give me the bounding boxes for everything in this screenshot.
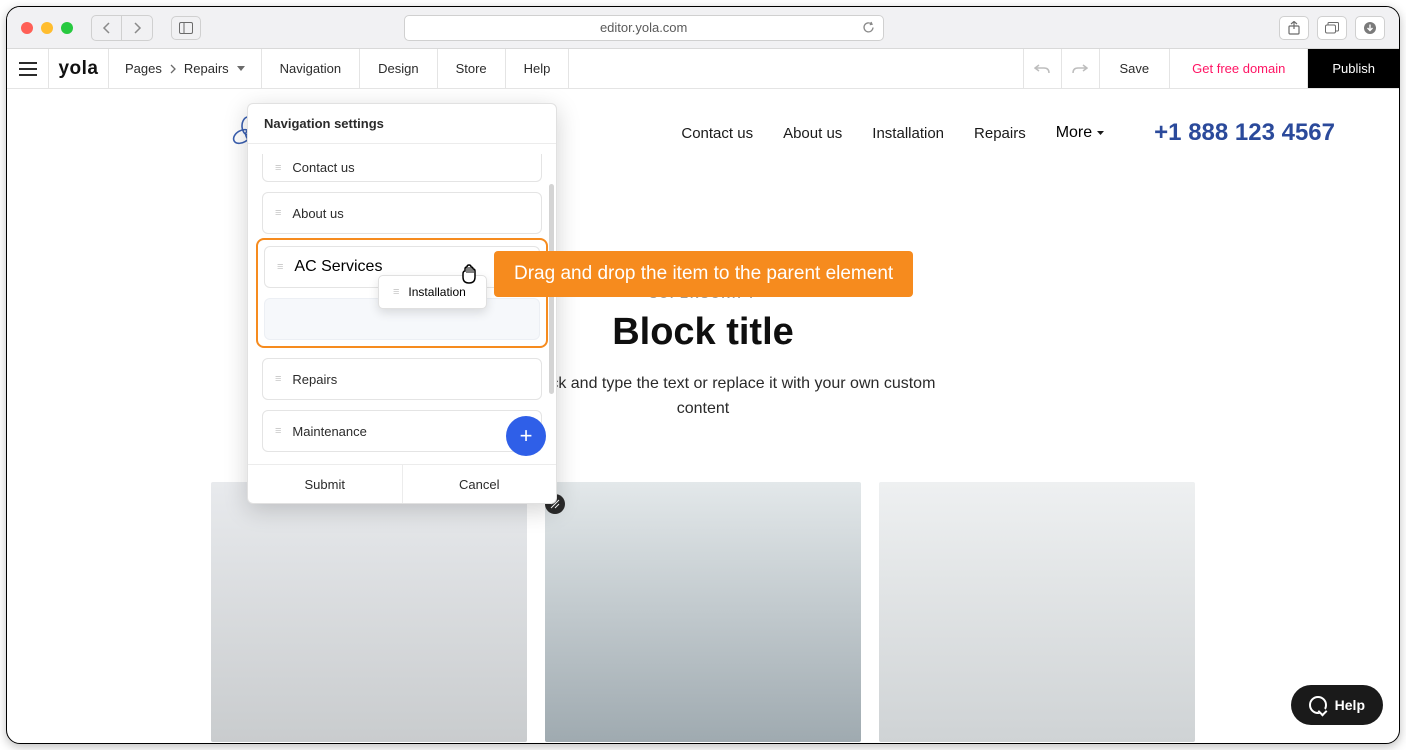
save-button[interactable]: Save	[1100, 49, 1171, 88]
nav-item-contact-us[interactable]: ≡ Contact us	[262, 154, 542, 182]
submit-button[interactable]: Submit	[248, 465, 402, 503]
drag-handle-icon[interactable]: ≡	[275, 207, 282, 219]
panel-title: Navigation settings	[248, 104, 556, 144]
drag-handle-icon[interactable]: ≡	[275, 162, 282, 174]
address-bar[interactable]: editor.yola.com	[404, 15, 884, 41]
drag-handle-icon: ≡	[393, 286, 400, 298]
sidebar-toggle-icon[interactable]	[171, 16, 201, 40]
help-widget[interactable]: Help	[1291, 685, 1383, 725]
yola-logo[interactable]: yola	[49, 49, 109, 88]
drag-handle-icon[interactable]: ≡	[277, 261, 284, 273]
reload-icon[interactable]	[862, 21, 875, 34]
drag-handle-icon[interactable]: ≡	[275, 425, 282, 437]
tabs-icon[interactable]	[1317, 16, 1347, 40]
nav-installation[interactable]: Installation	[872, 125, 944, 142]
chat-bubble-icon	[1309, 696, 1327, 714]
add-nav-item-button[interactable]: +	[506, 416, 546, 456]
cancel-button[interactable]: Cancel	[402, 465, 557, 503]
nav-more[interactable]: More	[1056, 124, 1104, 142]
nav-item-repairs[interactable]: ≡ Repairs	[262, 358, 542, 400]
back-button[interactable]	[92, 16, 122, 40]
image-card[interactable]	[545, 482, 861, 742]
app-toolbar: yola Pages Repairs Navigation Design Sto…	[7, 49, 1399, 89]
get-free-domain-button[interactable]: Get free domain	[1170, 49, 1308, 88]
chevron-right-icon	[170, 64, 176, 74]
design-tab[interactable]: Design	[360, 49, 437, 88]
image-row	[7, 482, 1399, 742]
pages-label: Pages	[125, 61, 162, 76]
pages-breadcrumb[interactable]: Pages Repairs	[109, 49, 262, 88]
url-text: editor.yola.com	[600, 20, 687, 35]
share-icon[interactable]	[1279, 16, 1309, 40]
browser-chrome: editor.yola.com	[7, 7, 1399, 49]
caret-down-icon	[237, 66, 245, 72]
menu-icon[interactable]	[7, 49, 49, 88]
publish-button[interactable]: Publish	[1308, 49, 1399, 88]
block-title[interactable]: Block title	[7, 311, 1399, 354]
minimize-window-icon[interactable]	[41, 22, 53, 34]
store-tab[interactable]: Store	[438, 49, 506, 88]
nav-repairs[interactable]: Repairs	[974, 125, 1026, 142]
image-card[interactable]	[211, 482, 527, 742]
nav-item-maintenance[interactable]: ≡ Maintenance	[262, 410, 542, 452]
nav-item-about-us[interactable]: ≡ About us	[262, 192, 542, 234]
close-window-icon[interactable]	[21, 22, 33, 34]
instruction-tooltip: Drag and drop the item to the parent ele…	[494, 251, 913, 297]
redo-button[interactable]	[1062, 49, 1100, 88]
window-controls	[21, 22, 73, 34]
navigation-tab[interactable]: Navigation	[262, 49, 360, 88]
image-card[interactable]	[879, 482, 1195, 742]
undo-button[interactable]	[1024, 49, 1062, 88]
editor-canvas: Contact us About us Installation Repairs…	[7, 89, 1399, 743]
help-tab[interactable]: Help	[506, 49, 570, 88]
nav-about-us[interactable]: About us	[783, 125, 842, 142]
browser-nav-arrows	[91, 15, 153, 41]
forward-button[interactable]	[122, 16, 152, 40]
maximize-window-icon[interactable]	[61, 22, 73, 34]
navigation-settings-panel: Navigation settings ≡ Contact us ≡ About…	[247, 103, 557, 504]
drag-handle-icon[interactable]: ≡	[275, 373, 282, 385]
phone-number[interactable]: +1 888 123 4567	[1154, 119, 1335, 147]
grab-cursor-icon	[458, 262, 484, 286]
caret-down-icon	[1097, 131, 1104, 136]
site-nav: Contact us About us Installation Repairs…	[681, 119, 1375, 147]
breadcrumb-current: Repairs	[184, 61, 229, 76]
nav-contact-us[interactable]: Contact us	[681, 125, 753, 142]
block-description[interactable]: . To edit, click and type the text or re…	[7, 372, 1399, 422]
site-header: Contact us About us Installation Repairs…	[7, 89, 1399, 177]
download-icon[interactable]	[1355, 16, 1385, 40]
